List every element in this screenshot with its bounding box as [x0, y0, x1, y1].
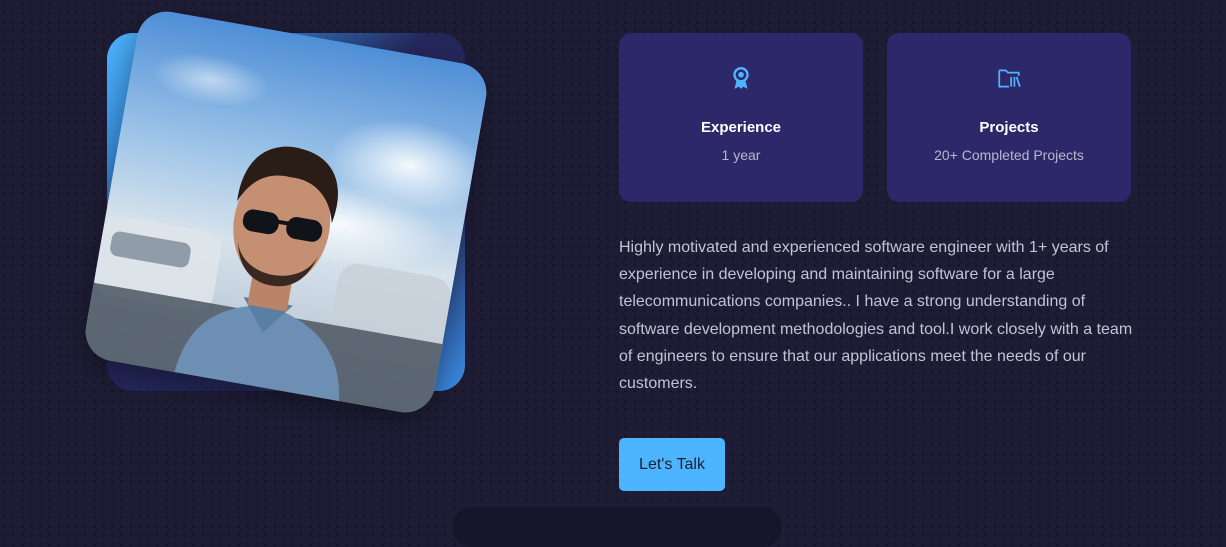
experience-title: Experience — [700, 119, 782, 136]
profile-photo — [80, 6, 492, 418]
person-portrait-illustration — [80, 6, 492, 418]
experience-value: 1 year — [721, 147, 761, 163]
bottom-nav-bar — [452, 507, 782, 547]
projects-title: Projects — [979, 119, 1039, 136]
award-icon — [733, 67, 749, 89]
profile-photo-container — [80, 6, 492, 418]
folder-library-icon — [998, 69, 1021, 88]
lets-talk-button[interactable]: Let's Talk — [619, 438, 725, 491]
experience-card: Experience 1 year — [619, 33, 863, 202]
projects-value: 20+ Completed Projects — [934, 147, 1084, 163]
about-description: Highly motivated and experienced softwar… — [619, 239, 1133, 393]
projects-card: Projects 20+ Completed Projects — [887, 33, 1131, 202]
